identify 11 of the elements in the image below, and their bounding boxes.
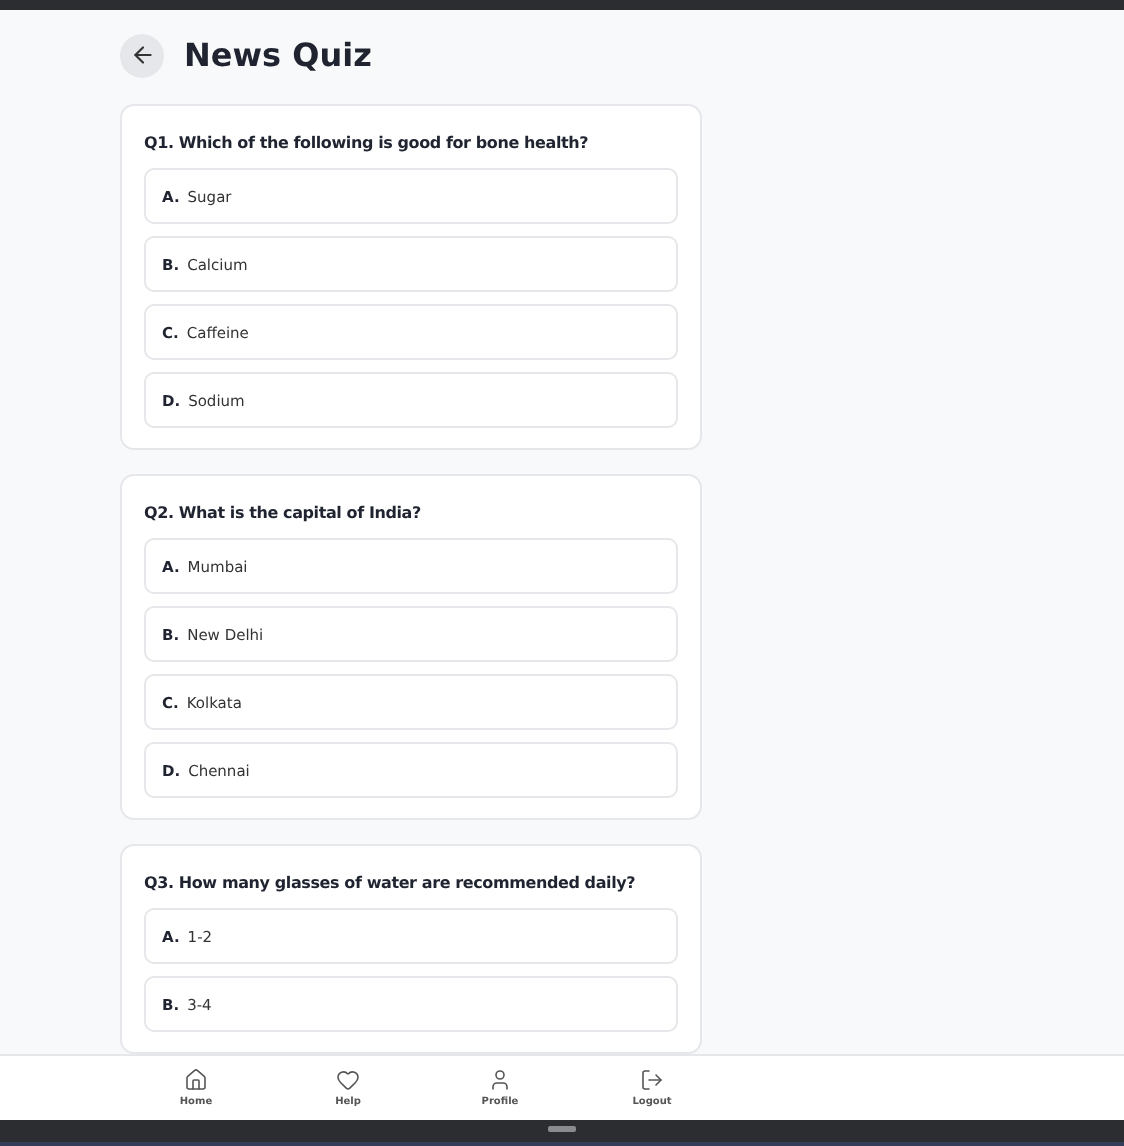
back-arrow-icon bbox=[129, 42, 155, 68]
profile-icon bbox=[488, 1068, 512, 1092]
question-text: Q2. What is the capital of India? bbox=[144, 504, 423, 522]
home-icon bbox=[184, 1068, 208, 1092]
handle-icon bbox=[548, 1126, 576, 1132]
question-text: Q1. Which of the following is good for bone health? bbox=[144, 134, 591, 152]
question-text: Q3. How many glasses of water are recommended daily? bbox=[144, 874, 638, 892]
logout-icon bbox=[640, 1068, 664, 1092]
back-button[interactable] bbox=[120, 33, 164, 77]
help-icon bbox=[336, 1068, 360, 1092]
page-title: News Quiz bbox=[184, 36, 372, 74]
